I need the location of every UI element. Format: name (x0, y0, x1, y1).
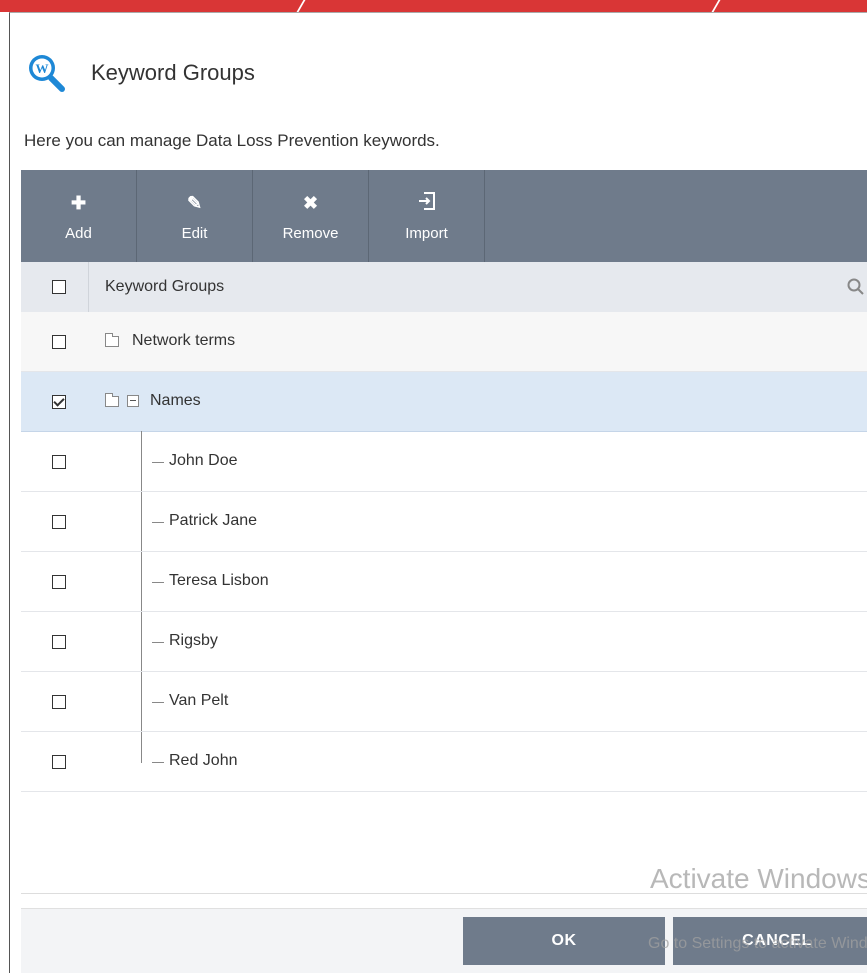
column-header-keyword-groups[interactable]: Keyword Groups (105, 278, 224, 296)
column-divider (88, 262, 89, 312)
edit-button[interactable]: ✎ Edit (137, 170, 253, 262)
accent-divider (296, 0, 306, 12)
remove-button[interactable]: ✖ Remove (253, 170, 369, 262)
tree-branch (152, 702, 164, 703)
tree-branch (152, 522, 164, 523)
plus-icon: ✚ (70, 192, 87, 213)
folder-icon (105, 333, 119, 347)
table-row[interactable]: Patrick Jane (21, 492, 867, 552)
table-row[interactable]: Network terms (21, 312, 867, 372)
row-checkbox-checked[interactable] (52, 395, 66, 409)
import-button[interactable]: Import (369, 170, 485, 262)
row-checkbox[interactable] (52, 695, 66, 709)
table-row[interactable]: Teresa Lisbon (21, 552, 867, 612)
grid-bottom-border (21, 893, 867, 894)
dialog-footer: OK CANCEL (21, 908, 867, 973)
add-button-label: Add (65, 224, 92, 242)
tree-branch (152, 582, 164, 583)
tree-branch (152, 462, 164, 463)
row-label: Names (150, 392, 201, 409)
import-button-label: Import (405, 224, 448, 242)
add-button[interactable]: ✚ Add (21, 170, 137, 262)
table-row-selected[interactable]: Names (21, 372, 867, 432)
edit-button-label: Edit (181, 224, 208, 242)
window-top-accent (0, 0, 867, 12)
row-checkbox[interactable] (52, 635, 66, 649)
row-checkbox[interactable] (52, 515, 66, 529)
row-label: Van Pelt (169, 692, 229, 709)
magnifier-w-icon: W (26, 53, 66, 93)
row-label: Patrick Jane (169, 512, 258, 529)
svg-text:W: W (36, 61, 49, 76)
accent-divider (711, 0, 721, 12)
collapse-icon[interactable] (127, 395, 139, 407)
row-label: Rigsby (169, 632, 218, 649)
select-all-checkbox[interactable] (52, 280, 66, 294)
table-row[interactable]: John Doe (21, 432, 867, 492)
toolbar: ✚ Add ✎ Edit ✖ Remove Import (21, 170, 867, 262)
row-checkbox[interactable] (52, 335, 66, 349)
search-icon[interactable] (847, 278, 865, 296)
keyword-groups-dialog: W Keyword Groups Here you can manage Dat… (9, 12, 867, 973)
grid-header: Keyword Groups (21, 262, 867, 313)
row-checkbox[interactable] (52, 575, 66, 589)
x-icon: ✖ (302, 192, 319, 213)
activation-watermark-title: Activate Windows (650, 863, 867, 894)
dialog-title: Keyword Groups (91, 60, 255, 85)
remove-button-label: Remove (282, 224, 339, 242)
dialog-header: W Keyword Groups (26, 53, 255, 93)
import-icon (417, 191, 437, 215)
row-checkbox[interactable] (52, 755, 66, 769)
row-label: John Doe (169, 452, 238, 469)
dialog-description: Here you can manage Data Loss Prevention… (24, 131, 440, 150)
row-label: Red John (169, 752, 238, 769)
row-label: Teresa Lisbon (169, 572, 269, 589)
tree-branch (152, 642, 164, 643)
table-row[interactable]: Rigsby (21, 612, 867, 672)
table-row[interactable]: Van Pelt (21, 672, 867, 732)
table-row[interactable]: Red John (21, 732, 867, 792)
tree-branch (152, 762, 164, 763)
folder-icon (105, 393, 119, 407)
row-label: Network terms (132, 332, 236, 349)
pencil-icon: ✎ (186, 192, 203, 213)
cancel-button[interactable]: CANCEL (673, 917, 867, 965)
row-checkbox[interactable] (52, 455, 66, 469)
ok-button[interactable]: OK (463, 917, 665, 965)
